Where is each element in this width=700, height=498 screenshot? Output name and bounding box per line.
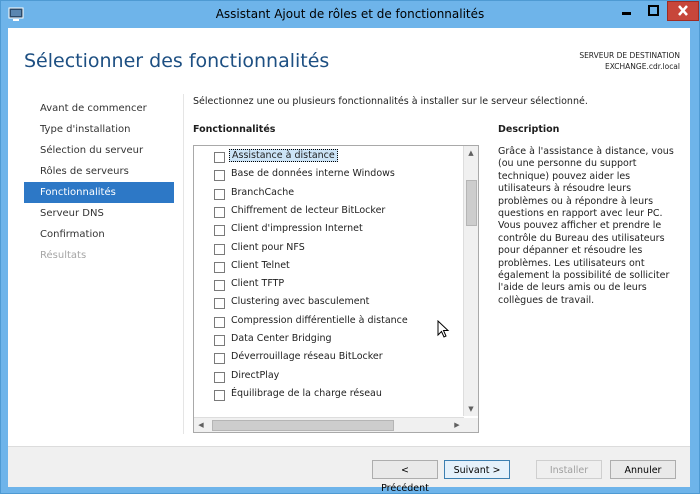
feature-checkbox[interactable] bbox=[214, 206, 225, 218]
scrollbar-corner bbox=[464, 418, 478, 432]
page-title: Sélectionner des fonctionnalités bbox=[24, 50, 330, 72]
list-item[interactable]: Assistance à distance bbox=[194, 148, 464, 166]
destination-server-name: EXCHANGE.cdr.local bbox=[604, 62, 680, 71]
scroll-right-arrow-icon[interactable]: ▶ bbox=[450, 418, 464, 432]
feature-label: Chiffrement de lecteur BitLocker bbox=[231, 204, 386, 216]
feature-description: Grâce à l'assistance à distance, vous (o… bbox=[498, 146, 674, 306]
wizard-footer: < Précédent Suivant > Installer Annuler bbox=[8, 446, 690, 494]
list-item[interactable]: Client pour NFS bbox=[194, 240, 464, 258]
feature-label: Équilibrage de la charge réseau bbox=[231, 387, 382, 399]
feature-checkbox[interactable] bbox=[214, 152, 225, 163]
window-title: Assistant Ajout de rôles et de fonctionn… bbox=[215, 7, 485, 21]
description-heading: Description bbox=[498, 124, 560, 135]
maximize-button[interactable] bbox=[640, 1, 667, 21]
minimize-button[interactable] bbox=[613, 1, 640, 21]
nav-item-selection-serveur[interactable]: Sélection du serveur bbox=[24, 140, 174, 161]
list-item[interactable]: Data Center Bridging bbox=[194, 331, 464, 349]
destination-label: SERVEUR DE DESTINATION bbox=[579, 51, 680, 60]
feature-checkbox[interactable] bbox=[214, 335, 225, 346]
feature-label: Déverrouillage réseau BitLocker bbox=[231, 351, 383, 363]
feature-checkbox[interactable] bbox=[214, 225, 225, 237]
maximize-icon bbox=[648, 5, 659, 16]
nav-item-avant-de-commencer[interactable]: Avant de commencer bbox=[24, 98, 174, 119]
feature-checkbox[interactable] bbox=[214, 298, 225, 310]
feature-label: Data Center Bridging bbox=[231, 333, 332, 344]
wizard-content: Sélectionner des fonctionnalités SERVEUR… bbox=[8, 28, 690, 446]
previous-button[interactable]: < Précédent bbox=[372, 460, 438, 494]
feature-checkbox[interactable] bbox=[214, 371, 225, 383]
nav-item-serveur-dns[interactable]: Serveur DNS bbox=[24, 203, 174, 224]
nav-item-roles-serveurs[interactable]: Rôles de serveurs bbox=[24, 161, 174, 182]
feature-label: Base de données interne Windows bbox=[231, 168, 395, 180]
nav-item-fonctionnalites[interactable]: Fonctionnalités bbox=[24, 182, 174, 203]
list-item[interactable]: Déverrouillage réseau BitLocker bbox=[194, 349, 464, 367]
feature-checkbox[interactable] bbox=[214, 243, 225, 255]
feature-label: Compression différentielle à distance bbox=[231, 314, 408, 326]
close-icon bbox=[678, 5, 688, 16]
list-item[interactable]: Équilibrage de la charge réseau bbox=[194, 386, 464, 404]
title-bar[interactable]: Assistant Ajout de rôles et de fonctionn… bbox=[1, 1, 699, 29]
list-item[interactable]: BranchCache bbox=[194, 185, 464, 203]
features-list[interactable]: Assistance à distance Base de données in… bbox=[193, 145, 479, 433]
features-heading: Fonctionnalités bbox=[193, 124, 276, 135]
feature-label: Client pour NFS bbox=[231, 241, 305, 253]
feature-checkbox[interactable] bbox=[214, 353, 225, 365]
feature-label: Assistance à distance bbox=[229, 149, 338, 162]
feature-checkbox[interactable] bbox=[214, 280, 225, 292]
nav-item-type-installation[interactable]: Type d'installation bbox=[24, 119, 174, 140]
list-item[interactable]: Client d'impression Internet bbox=[194, 221, 464, 239]
feature-checkbox[interactable] bbox=[214, 389, 225, 401]
feature-label: DirectPlay bbox=[231, 369, 280, 381]
feature-label: BranchCache bbox=[231, 186, 295, 198]
wizard-nav: Avant de commencer Type d'installation S… bbox=[24, 98, 174, 266]
vertical-scroll-thumb[interactable] bbox=[466, 180, 477, 226]
feature-label: Client TFTP bbox=[231, 278, 285, 290]
nav-item-confirmation[interactable]: Confirmation bbox=[24, 224, 174, 245]
minimize-icon bbox=[622, 12, 631, 15]
install-button: Installer bbox=[536, 460, 602, 479]
scroll-up-arrow-icon[interactable]: ▲ bbox=[464, 146, 478, 160]
list-item[interactable]: Clustering avec basculement bbox=[194, 294, 464, 312]
feature-label: Client d'impression Internet bbox=[231, 223, 363, 235]
feature-checkbox[interactable] bbox=[214, 170, 225, 182]
list-item[interactable]: Client Telnet bbox=[194, 258, 464, 276]
feature-checkbox[interactable] bbox=[214, 261, 225, 273]
feature-label: Clustering avec basculement bbox=[231, 296, 370, 308]
nav-divider bbox=[183, 94, 184, 434]
destination-server-info: SERVEUR DE DESTINATION EXCHANGE.cdr.loca… bbox=[579, 50, 680, 72]
features-vertical-scrollbar[interactable]: ▲ ▼ bbox=[463, 146, 478, 416]
list-item[interactable]: Base de données interne Windows bbox=[194, 166, 464, 184]
feature-checkbox[interactable] bbox=[214, 316, 225, 328]
scroll-left-arrow-icon[interactable]: ◀ bbox=[194, 418, 208, 432]
feature-label: Client Telnet bbox=[231, 259, 290, 271]
list-item[interactable]: DirectPlay bbox=[194, 368, 464, 386]
horizontal-scroll-thumb[interactable] bbox=[212, 420, 394, 431]
ibeam-cursor-icon bbox=[437, 320, 450, 338]
nav-item-resultats: Résultats bbox=[40, 250, 87, 261]
list-item[interactable]: Chiffrement de lecteur BitLocker bbox=[194, 203, 464, 221]
list-item[interactable]: Client TFTP bbox=[194, 276, 464, 294]
close-button[interactable] bbox=[667, 1, 699, 21]
feature-checkbox[interactable] bbox=[214, 188, 225, 200]
next-button[interactable]: Suivant > bbox=[444, 460, 510, 479]
list-item[interactable]: Compression différentielle à distance bbox=[194, 313, 464, 331]
scroll-down-arrow-icon[interactable]: ▼ bbox=[464, 402, 478, 416]
features-horizontal-scrollbar[interactable]: ◀ ▶ bbox=[194, 417, 464, 432]
instruction-text: Sélectionnez une ou plusieurs fonctionna… bbox=[193, 96, 588, 107]
cancel-button[interactable]: Annuler bbox=[610, 460, 676, 479]
